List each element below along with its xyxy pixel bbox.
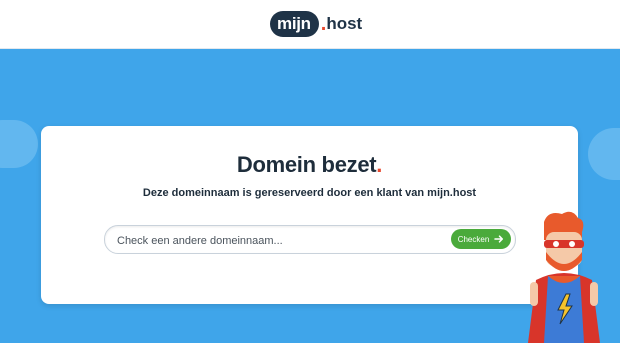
logo-cloud-text: mijn [270,5,319,37]
top-bar: mijn . host [0,0,620,49]
domain-status-card: Domein bezet. Deze domeinnaam is gereser… [41,126,578,304]
logo-host-text: host [326,14,363,33]
mijn-host-logo[interactable]: mijn . host [270,5,363,39]
domain-search-box: Checken [104,225,516,255]
background-cloud-left [0,120,38,168]
page-title: Domein bezet. [41,152,578,178]
check-button[interactable]: Checken [451,229,511,249]
title-dot: . [376,152,383,177]
check-button-label: Checken [457,234,490,244]
superhero-mascot-icon [528,211,600,343]
arrow-right-icon [494,235,504,243]
title-text: Domein bezet [236,152,377,177]
background-cloud-right [588,128,620,180]
page-subtitle: Deze domeinnaam is gereserveerd door een… [142,187,477,199]
domain-search-input[interactable] [115,226,439,255]
